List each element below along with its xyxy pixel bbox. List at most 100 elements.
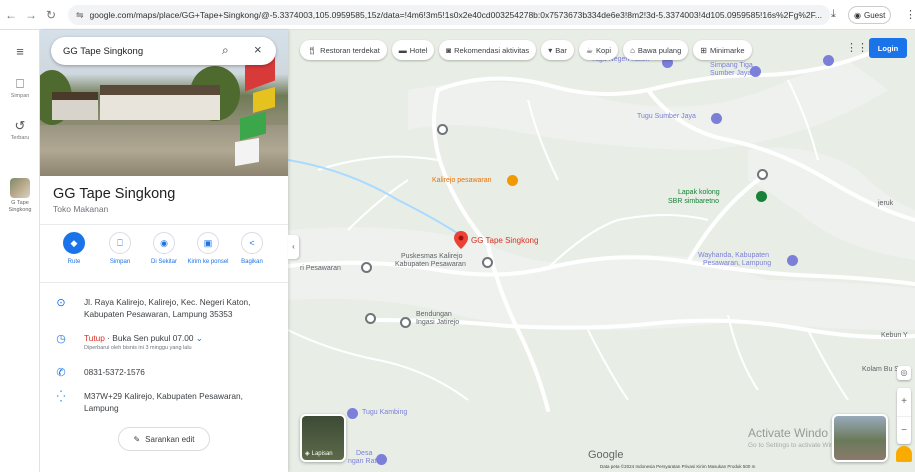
browser-menu-icon[interactable]: ⋮ [905,8,915,21]
reload-icon[interactable]: ↻ [42,8,60,22]
directions-icon: ◆ [63,232,85,254]
share-label: Bagikan [241,259,263,265]
recent-place-thumbnail[interactable] [10,178,30,198]
menu-button[interactable]: ≡ [0,44,40,59]
zoom-out-button[interactable]: − [897,416,911,444]
layers-button[interactable]: ◈ Lapisan [300,414,346,462]
label-wayhanda-line2[interactable]: Pesawaran, Lampung [703,260,771,267]
poi-marker-grey-1[interactable] [437,124,448,135]
share-button[interactable]: < Bagikan [230,232,274,266]
pegman-icon[interactable] [896,446,912,462]
label-lapak-kolong[interactable]: Lapak kolong [678,189,720,196]
desa-marker[interactable] [376,454,387,465]
pencil-icon: ✎ [133,434,141,444]
poi-marker-grey-4[interactable] [365,313,376,324]
profile-button[interactable]: ◉ Guest [848,6,892,24]
map-canvas[interactable] [288,30,915,472]
camera-icon: ◙ [446,45,452,55]
hours-status: Tutup [84,333,105,343]
directions-label: Rute [67,259,81,265]
poi-marker-grey-2[interactable] [757,169,768,180]
label-gg-tape-singkong[interactable]: GG Tape Singkong [471,236,538,245]
search-icon[interactable]: ⌕ [222,43,229,58]
label-simpang-tiga[interactable]: Simpang Tiga [710,62,753,69]
layers-icon: ◈ [305,451,310,457]
label-sumber-jaya[interactable]: Sumber Jaya [710,70,751,77]
chip-minimarket-label: Minimarke [709,45,745,55]
suggest-edit-button[interactable]: ✎ Sarankan edit [118,427,210,451]
label-kebun-y[interactable]: Kebun Y [881,332,908,339]
coffee-icon: ☕︎ [585,45,594,55]
hours-note: Diperbarui oleh bisnis ini 3 minggu yang… [84,345,192,351]
profile-label: Guest [863,10,886,20]
layers-label: Lapisan [311,451,333,457]
lapak-kolong-marker[interactable] [756,191,767,202]
collapse-panel-button[interactable]: ‹ [288,235,299,259]
chip-coffee[interactable]: ☕︎ Kopi [578,40,619,60]
nearby-button[interactable]: ◉ Di Sekitar [142,232,186,266]
selected-place-pin-icon[interactable] [454,231,468,249]
chip-takeaway[interactable]: ⌂ Bawa pulang [623,40,689,60]
label-ri-pesawaran[interactable]: ri Pesawaran [300,265,341,272]
wayhanda-marker[interactable] [787,255,798,266]
poi-marker-grey-3[interactable] [361,262,372,273]
rail-recent[interactable]: ↺ Terbaru [0,118,40,141]
takeaway-icon: ⌂ [630,45,635,55]
login-button[interactable]: Login [869,38,907,58]
puskesmas-marker[interactable] [482,257,493,268]
street-view-thumbnail[interactable] [832,414,888,462]
phone-icon: ▣ [197,232,219,254]
plus-code-icon: ⁛ [56,391,66,403]
label-jeruk[interactable]: jeruk [878,200,893,207]
tugu-sumber-jaya-marker[interactable] [711,113,722,124]
label-sbr-simbaretno[interactable]: SBR simbaretno [668,198,719,205]
save-label: Simpan [109,259,131,265]
label-desa-line1[interactable]: Desa [356,450,372,457]
site-settings-icon[interactable]: ⇋ [76,10,84,21]
label-bendungan-line2[interactable]: Ingasi Jatirejo [416,319,459,326]
rail-saved[interactable]: ⎕ Simpan [0,76,40,99]
photo-house-small [52,92,98,120]
back-icon[interactable]: ← [2,8,20,22]
bookmark-icon: ⎕ [109,232,131,254]
chip-restaurants[interactable]: 🍴︎ Restoran terdekat [300,40,387,60]
close-icon[interactable]: × [254,42,262,57]
bendungan-marker[interactable] [400,317,411,328]
label-kalirejo-pesawaran[interactable]: Kalirejo pesawaran [432,177,492,184]
label-wayhanda-line1[interactable]: Wayhanda, Kabupaten [698,252,769,259]
phone-text: 0831-5372-1576 [84,367,145,377]
forward-icon[interactable]: → [22,8,40,22]
plus-code-text: M37W+29 Kalirejo, Kabupaten Pesawaran, L… [84,391,243,413]
hours-text: Tutup · Buka Sen pukul 07.00 ⌄ Diperbaru… [84,332,279,353]
history-icon: ↺ [14,118,26,133]
search-input[interactable]: GG Tape Singkong ⌕ × [51,37,276,65]
chip-activities[interactable]: ◙ Rekomendasi aktivitas [439,40,537,60]
hamburger-icon: ≡ [16,44,24,59]
chip-hotel[interactable]: ▬ Hotel [391,40,435,60]
chip-takeaway-label: Bawa pulang [637,45,682,55]
kalirejo-pesawaran-marker[interactable] [507,175,518,186]
save-button[interactable]: ⎕ Simpan [98,232,142,266]
activate-windows-watermark: Activate Windo [748,426,829,440]
label-bendungan-line1[interactable]: Bendungan [416,311,452,318]
label-tugu-kambing[interactable]: Tugu Kambing [362,409,407,416]
send-to-phone-button[interactable]: ▣ Kirim ke ponsel [186,232,230,266]
chip-minimarket[interactable]: ⊞ Minimarke [693,40,752,60]
download-icon[interactable]: ⤓ [831,8,836,21]
place-category[interactable]: Toko Makanan [53,204,108,214]
address-bar[interactable]: ⇋ google.com/maps/place/GG+Tape+Singkong… [68,5,830,25]
label-tugu-sumber-jaya[interactable]: Tugu Sumber Jaya [637,113,696,120]
browser-toolbar: ← → ↻ ⇋ google.com/maps/place/GG+Tape+Si… [0,0,915,30]
poi-marker-top-right[interactable] [823,55,834,66]
my-location-icon[interactable]: ◎ [897,366,911,380]
directions-button[interactable]: ◆ Rute [52,232,96,266]
search-value: GG Tape Singkong [63,45,144,57]
zoom-in-button[interactable]: + [897,388,911,416]
label-puskesmas-line1[interactable]: Puskesmas Kalirejo [401,253,462,260]
label-puskesmas-line2[interactable]: Kabupaten Pesawaran [395,261,466,268]
hours-next: · Buka Sen pukul 07.00 [104,333,194,343]
tugu-kambing-marker[interactable] [347,408,358,419]
chip-bar[interactable]: ▾ Bar [541,40,574,60]
nearby-icon: ◉ [153,232,175,254]
chevron-down-icon[interactable]: ⌄ [196,333,203,343]
